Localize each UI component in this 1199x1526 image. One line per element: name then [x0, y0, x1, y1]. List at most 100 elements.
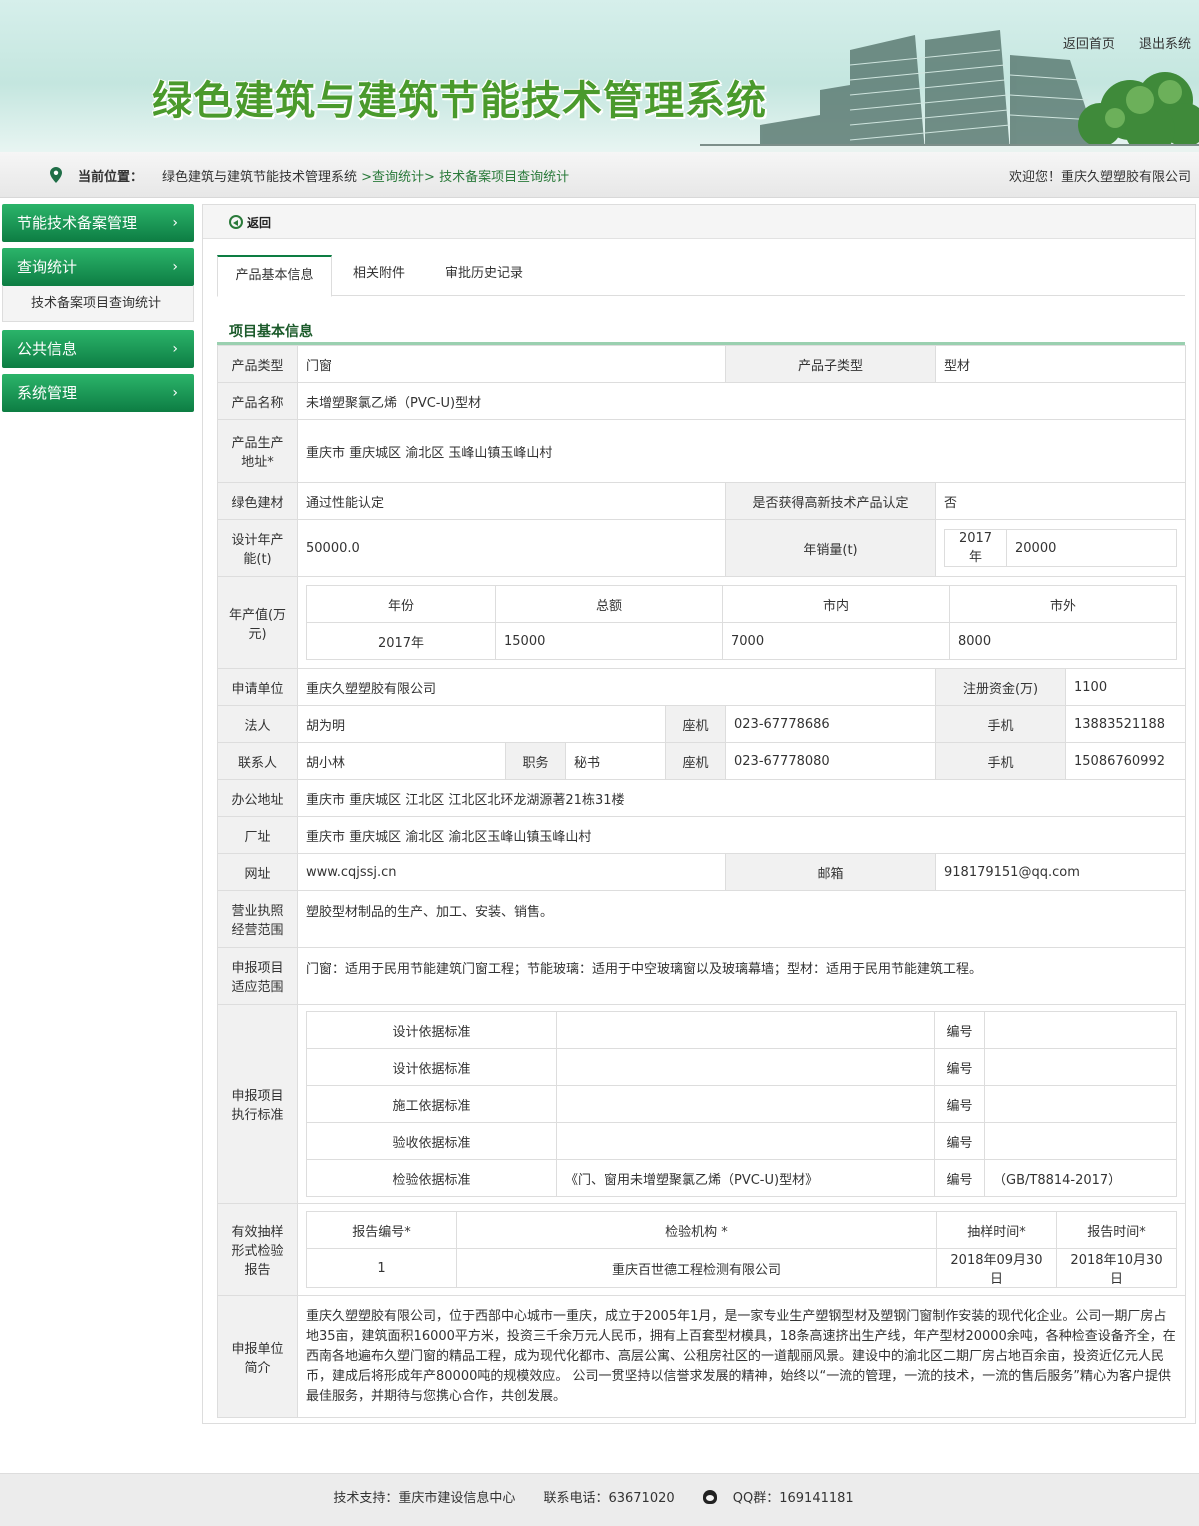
design-cap-value: 50000.0: [296, 519, 727, 577]
table-row: 检验依据标准 《门、窗用未增塑聚氯乙烯（PVC-U)型材》 编号 （GB/T88…: [306, 1159, 1178, 1197]
product-subtype-value: 型材: [935, 345, 1187, 383]
standard-number: [983, 1085, 1178, 1123]
office-label: 办公地址: [217, 779, 298, 817]
location-bar: 当前位置： 绿色建筑与建筑节能技术管理系统 >查询统计> 技术备案项目查询统计 …: [0, 152, 1199, 198]
standard-name: [556, 1011, 935, 1049]
sidebar-item-label: 查询统计: [17, 258, 78, 276]
product-addr-label: 产品生产地址*: [217, 419, 298, 483]
applicant-value: 重庆久塑塑胶有限公司: [296, 668, 937, 706]
chevron-right-icon: ›: [172, 385, 178, 401]
logout-link[interactable]: 退出系统: [1139, 37, 1191, 52]
breadcrumb-current[interactable]: 技术备案项目查询统计: [439, 170, 569, 185]
contact-phone-label: 座机: [664, 742, 727, 780]
sidebar: 节能技术备案管理 › 查询统计 › 技术备案项目查询统计 公共信息 › 系统管理…: [2, 204, 194, 418]
chevron-right-icon: ›: [172, 259, 178, 275]
hightech-label: 是否获得高新技术产品认定: [725, 482, 937, 520]
tab-product-info[interactable]: 产品基本信息: [217, 255, 332, 297]
output-local: 7000: [722, 622, 950, 660]
output-header-year: 年份: [306, 585, 496, 623]
intro-value: 重庆久塑塑胶有限公司，位于西部中心城市一重庆，成立于2005年1月，是一家专业生…: [296, 1295, 1187, 1418]
standard-number: （GB/T8814-2017）: [983, 1159, 1178, 1197]
position-label: 职务: [505, 742, 566, 780]
output-total: 15000: [495, 622, 723, 660]
legal-phone-value: 023-67778686: [725, 705, 937, 743]
sidebar-item-energy-tech[interactable]: 节能技术备案管理 ›: [2, 204, 194, 242]
capital-value: 1100: [1065, 668, 1187, 706]
output-year: 2017年: [306, 622, 496, 660]
footer-support: 技术支持：重庆市建设信息中心: [333, 1491, 516, 1506]
annual-sales-label: 年销量(t): [725, 519, 937, 577]
standard-number-label: 编号: [934, 1122, 985, 1160]
standard-number: [983, 1011, 1178, 1049]
report-header-org: 检验机构 *: [456, 1211, 937, 1249]
scope-value: 门窗：适用于民用节能建筑门窗工程；节能玻璃：适用于中空玻璃窗以及玻璃幕墙；型材：…: [296, 947, 1187, 1005]
sidebar-subitem-tech-query[interactable]: 技术备案项目查询统计: [2, 286, 194, 322]
sidebar-item-query[interactable]: 查询统计 ›: [2, 248, 194, 286]
sidebar-item-label: 节能技术备案管理: [17, 214, 138, 232]
standard-number-label: 编号: [934, 1085, 985, 1123]
factory-value: 重庆市 重庆城区 渝北区 渝北区玉峰山镇玉峰山村: [296, 816, 1187, 854]
legal-phone-label: 座机: [664, 705, 727, 743]
welcome-text: 欢迎您！重庆久塑塑胶有限公司: [1008, 170, 1191, 185]
standard-name: [556, 1048, 935, 1086]
home-link[interactable]: 返回首页: [1063, 37, 1115, 52]
standard-number: [983, 1122, 1178, 1160]
web-label: 网址: [217, 853, 298, 891]
section-title: 项目基本信息: [229, 324, 313, 340]
standard-number: [983, 1048, 1178, 1086]
tab-bar: 产品基本信息 相关附件 审批历史记录: [217, 255, 1185, 297]
standard-number-label: 编号: [934, 1048, 985, 1086]
breadcrumb: 绿色建筑与建筑节能技术管理系统 >查询统计> 技术备案项目查询统计: [162, 166, 569, 185]
product-name-value: 未增塑聚氯乙烯（PVC-U)型材: [296, 382, 1187, 420]
tab-approval-history[interactable]: 审批历史记录: [429, 255, 539, 296]
back-button[interactable]: 返回: [229, 214, 271, 231]
report-date: 2018年10月30日: [1055, 1248, 1178, 1288]
project-info-table: 产品类型 门窗 产品子类型 型材 产品名称 未增塑聚氯乙烯（PVC-U)型材 产…: [217, 345, 1187, 1418]
web-value: www.cqjssj.cn: [296, 853, 727, 891]
footer-qq-text: QQ群：169141181: [732, 1491, 854, 1506]
qq-penguin-icon: [702, 1490, 717, 1504]
sidebar-item-system[interactable]: 系统管理 ›: [2, 374, 194, 412]
license-label: 营业执照经营范围: [217, 890, 298, 948]
legal-label: 法人: [217, 705, 298, 743]
standard-type: 施工依据标准: [306, 1085, 557, 1123]
factory-label: 厂址: [217, 816, 298, 854]
chevron-right-icon: ›: [172, 215, 178, 231]
table-row: 1 重庆百世德工程检测有限公司 2018年09月30日 2018年10月30日: [306, 1248, 1178, 1288]
report-header-date: 报告时间*: [1055, 1211, 1178, 1249]
hightech-value: 否: [935, 482, 1187, 520]
breadcrumb-root[interactable]: 绿色建筑与建筑节能技术管理系统: [162, 170, 357, 185]
output-header-total: 总额: [495, 585, 723, 623]
standard-name: 《门、窗用未增塑聚氯乙烯（PVC-U)型材》: [556, 1159, 935, 1197]
breadcrumb-query[interactable]: >查询统计>: [361, 170, 435, 185]
back-bar: 返回: [203, 205, 1195, 239]
standard-name: [556, 1085, 935, 1123]
contact-mobile-label: 手机: [935, 742, 1067, 780]
product-subtype-label: 产品子类型: [725, 345, 937, 383]
report-table: 报告编号* 检验机构 * 抽样时间* 报告时间* 1 重庆百世德工程检测有限公司…: [306, 1211, 1178, 1288]
back-label: 返回: [247, 216, 272, 230]
applicant-label: 申请单位: [217, 668, 298, 706]
report-sample-date: 2018年09月30日: [936, 1248, 1057, 1288]
annual-sales-year: 2017年: [944, 529, 1008, 567]
report-org: 重庆百世德工程检测有限公司: [456, 1248, 937, 1288]
sidebar-item-label: 系统管理: [17, 384, 78, 402]
sidebar-item-public-info[interactable]: 公共信息 ›: [2, 330, 194, 368]
annual-sales-value: 20000: [1006, 529, 1178, 567]
location-label: 当前位置：: [78, 170, 144, 185]
email-value: 918179151@qq.com: [935, 853, 1187, 891]
scope-label: 申报项目适应范围: [217, 947, 298, 1005]
report-no: 1: [306, 1248, 457, 1288]
sidebar-item-label: 公共信息: [17, 340, 78, 358]
standards-label: 申报项目执行标准: [217, 1004, 298, 1204]
top-links: 返回首页 退出系统: [1043, 33, 1191, 52]
standard-name: [556, 1122, 935, 1160]
header-banner: 绿色建筑与建筑节能技术管理系统 返回首页 退出系统: [0, 0, 1199, 152]
product-name-label: 产品名称: [217, 382, 298, 420]
position-value: 秘书: [565, 742, 666, 780]
product-type-label: 产品类型: [217, 345, 298, 383]
output-header-local: 市内: [722, 585, 950, 623]
capital-label: 注册资金(万): [935, 668, 1067, 706]
tab-attachments[interactable]: 相关附件: [337, 255, 421, 296]
report-header-sample: 抽样时间*: [936, 1211, 1057, 1249]
